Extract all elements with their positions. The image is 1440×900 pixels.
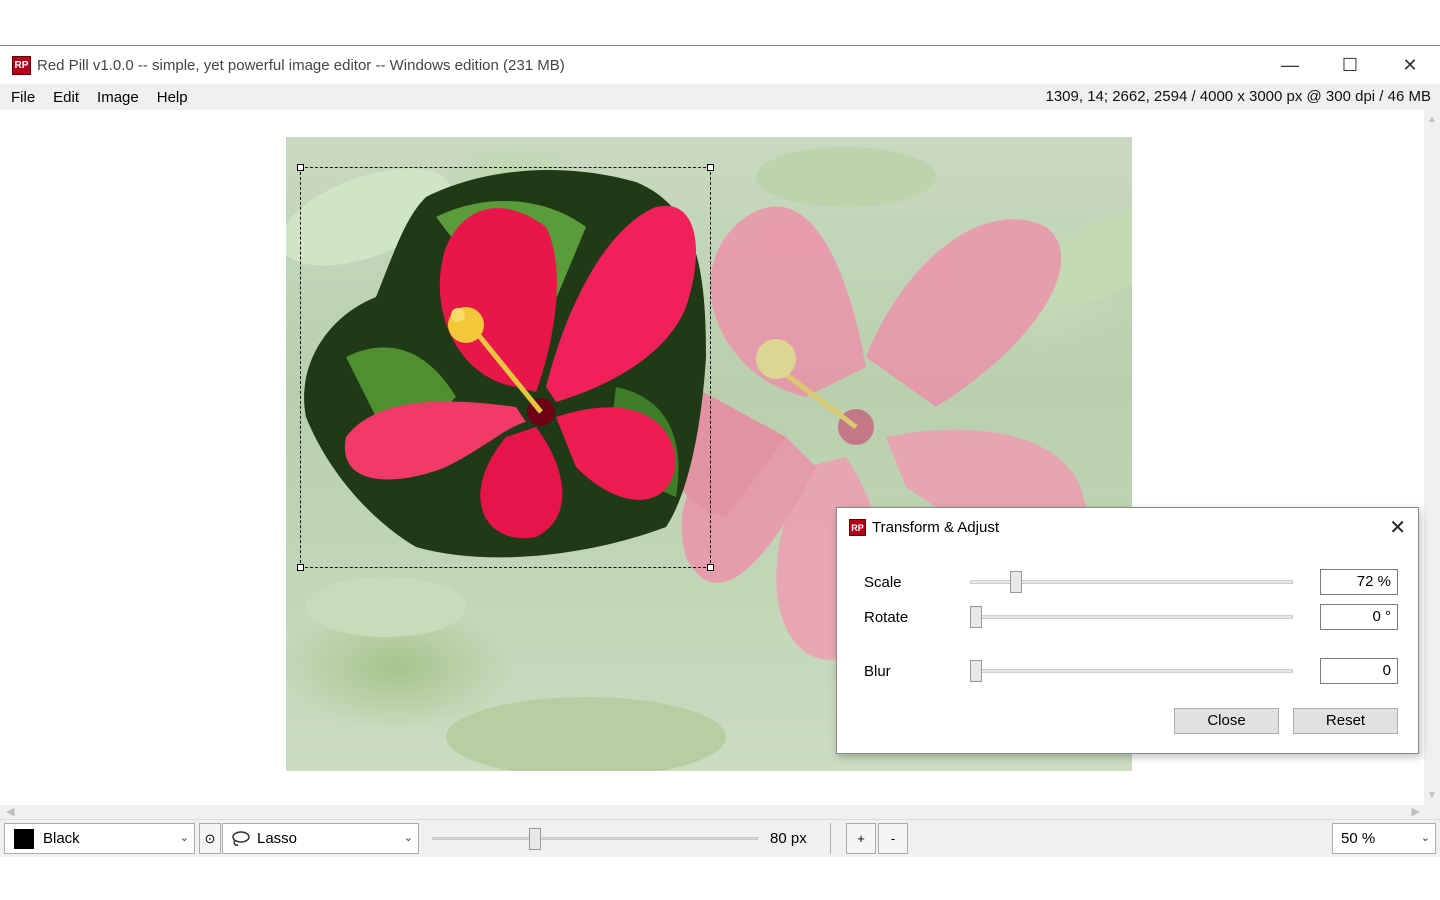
brush-size-value: 80 px: [770, 830, 807, 847]
resize-handle-top-right[interactable]: [707, 164, 714, 171]
resize-handle-bottom-right[interactable]: [707, 564, 714, 571]
color-select[interactable]: Black ⌄: [4, 823, 195, 854]
scroll-down-icon[interactable]: ▼: [1424, 790, 1440, 801]
resize-handle-bottom-left[interactable]: [297, 564, 304, 571]
rotate-label: Rotate: [864, 609, 909, 626]
color-select-label: Black: [43, 830, 80, 847]
menu-image[interactable]: Image: [88, 89, 148, 106]
dialog-close-icon[interactable]: ✕: [1389, 515, 1406, 540]
scroll-left-icon[interactable]: ◀: [6, 805, 14, 818]
zoom-in-button[interactable]: +: [846, 823, 876, 854]
blur-label: Blur: [864, 663, 891, 680]
dialog-title-bar[interactable]: RP Transform & Adjust: [849, 519, 999, 536]
lasso-icon: [229, 830, 251, 848]
target-button[interactable]: ⊙: [199, 823, 221, 854]
reset-button[interactable]: Reset: [1293, 708, 1398, 734]
resize-handle-top-left[interactable]: [297, 164, 304, 171]
blur-value-field[interactable]: 0: [1320, 658, 1398, 684]
chevron-down-icon: ⌄: [403, 832, 413, 844]
vertical-scrollbar[interactable]: ▲ ▼: [1424, 110, 1440, 805]
toolbar-divider: [830, 823, 831, 854]
title-bar[interactable]: RP Red Pill v1.0.0 -- simple, yet powerf…: [0, 46, 1440, 84]
brush-size-slider-thumb[interactable]: [529, 828, 542, 850]
scale-label: Scale: [864, 574, 902, 591]
scroll-up-icon[interactable]: ▲: [1424, 114, 1440, 125]
rotate-value-field[interactable]: 0 °: [1320, 604, 1398, 630]
bottom-toolbar: Black ⌄ ⊙ Lasso ⌄ 80 px + - 50 % ⌄: [0, 819, 1440, 857]
minimize-button[interactable]: —: [1260, 46, 1320, 84]
chevron-down-icon: ⌄: [179, 832, 189, 844]
close-button[interactable]: Close: [1174, 708, 1279, 734]
image-status-info: 1309, 14; 2662, 2594 / 4000 x 3000 px @ …: [1045, 88, 1431, 105]
brush-size-slider[interactable]: [432, 837, 758, 840]
maximize-button[interactable]: ☐: [1320, 46, 1380, 84]
app-logo-icon: RP: [849, 519, 866, 536]
zoom-select-label: 50 %: [1341, 830, 1376, 847]
scroll-right-icon[interactable]: ▶: [1412, 805, 1420, 818]
app-window: RP Red Pill v1.0.0 -- simple, yet powerf…: [0, 45, 1440, 857]
blur-slider-thumb[interactable]: [970, 660, 982, 682]
scale-value-field[interactable]: 72 %: [1320, 569, 1398, 595]
color-swatch: [14, 828, 34, 849]
blur-slider[interactable]: [970, 669, 1293, 673]
chevron-down-icon: ⌄: [1420, 832, 1430, 844]
close-window-button[interactable]: ✕: [1380, 46, 1440, 84]
menu-edit[interactable]: Edit: [44, 89, 88, 106]
zoom-select[interactable]: 50 % ⌄: [1332, 823, 1436, 854]
transform-adjust-dialog: RP Transform & Adjust ✕ Scale 72 % Rotat…: [836, 507, 1419, 754]
horizontal-scrollbar[interactable]: ◀ ▶: [0, 805, 1424, 819]
app-logo-icon: RP: [12, 55, 31, 75]
rotate-slider-thumb[interactable]: [970, 606, 982, 628]
scale-slider-thumb[interactable]: [1010, 571, 1023, 593]
zoom-out-button[interactable]: -: [878, 823, 908, 854]
menu-file[interactable]: File: [0, 89, 44, 106]
tool-select-label: Lasso: [257, 830, 298, 847]
tool-select[interactable]: Lasso ⌄: [222, 823, 419, 854]
rotate-slider[interactable]: [970, 615, 1293, 619]
selection-marquee[interactable]: [297, 164, 714, 571]
window-title: Red Pill v1.0.0 -- simple, yet powerful …: [37, 56, 565, 74]
menu-help[interactable]: Help: [148, 89, 197, 106]
dialog-title: Transform & Adjust: [872, 519, 999, 536]
